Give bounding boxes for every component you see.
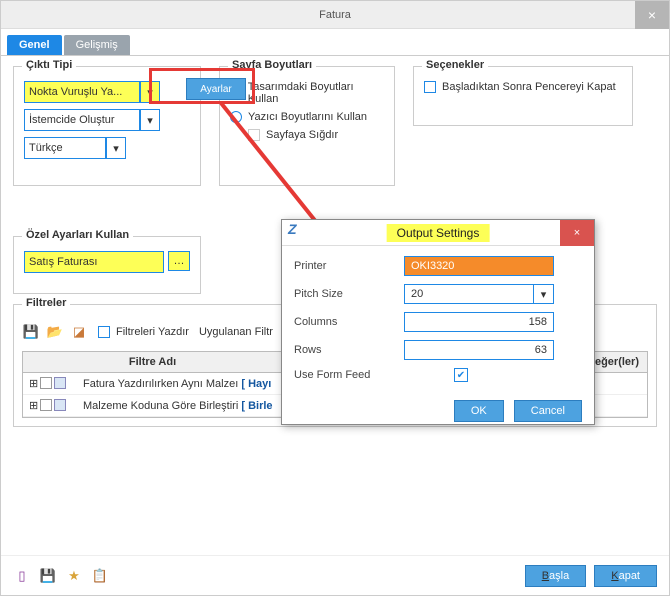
chevron-down-icon[interactable]: ▾: [140, 109, 160, 131]
tab-genel[interactable]: Genel: [7, 35, 62, 55]
clipboard-icon[interactable]: 📋: [91, 567, 109, 585]
rows-input[interactable]: 63: [404, 340, 554, 360]
chk-sayfaya-sigdir: Sayfaya Sığdır: [248, 129, 384, 141]
printer-label: Printer: [294, 260, 404, 272]
legend: Çıktı Tipi: [22, 59, 76, 71]
window-title: Fatura: [319, 9, 351, 21]
use-form-feed-label: Use Form Feed: [294, 369, 454, 381]
chk-filtreleri-yazdir[interactable]: Filtreleri Yazdır: [98, 326, 189, 338]
columns-input[interactable]: 158: [404, 312, 554, 332]
tab-strip: Genel Gelişmiş: [1, 29, 669, 55]
basla-button[interactable]: BBaşlaaşla: [525, 565, 587, 587]
tab-gelismis[interactable]: Gelişmiş: [64, 35, 130, 55]
cikti-select-1[interactable]: Nokta Vuruşlu Ya...: [24, 81, 140, 103]
kapat-button[interactable]: Kapat: [594, 565, 657, 587]
chk-pencere-kapat[interactable]: Başladıktan Sonra Pencereyi Kapat: [424, 81, 622, 93]
erase-icon[interactable]: ◪: [70, 323, 88, 341]
row-icon: [54, 377, 66, 389]
cell: Malzeme Koduna Göre Birleştiri [ Birle: [83, 400, 273, 412]
titlebar: Fatura ×: [1, 1, 669, 29]
close-icon[interactable]: ×: [560, 220, 594, 246]
ellipsis-button[interactable]: …: [168, 251, 190, 271]
expand-icon[interactable]: ⊞: [29, 377, 38, 390]
checkbox-icon: [98, 326, 110, 338]
pitch-select[interactable]: 20: [404, 284, 534, 304]
row-icon: [54, 399, 66, 411]
columns-label: Columns: [294, 316, 404, 328]
ayarlar-button[interactable]: Ayarlar: [186, 78, 246, 100]
group-ozel-ayarlari: Özel Ayarları Kullan Satış Faturası …: [13, 236, 201, 294]
cancel-button[interactable]: Cancel: [514, 400, 582, 422]
checkbox-icon: [424, 81, 436, 93]
legend: Seçenekler: [422, 59, 488, 71]
cikti-select-2[interactable]: İstemcide Oluştur: [24, 109, 140, 131]
chevron-down-icon[interactable]: ▾: [106, 137, 126, 159]
legend: Özel Ayarları Kullan: [22, 229, 133, 241]
printer-value[interactable]: OKI3320: [404, 256, 554, 276]
chevron-down-icon[interactable]: ▾: [140, 81, 160, 103]
footer: ▯ 💾 ★ 📋 BBaşlaaşla Kapat: [1, 555, 669, 595]
group-secenekler: Seçenekler Başladıktan Sonra Pencereyi K…: [413, 66, 633, 126]
save-icon[interactable]: 💾: [22, 323, 40, 341]
ozel-value[interactable]: Satış Faturası: [24, 251, 164, 273]
row-icon: [40, 399, 52, 411]
cikti-select-3[interactable]: Türkçe: [24, 137, 106, 159]
col-filtre-adi[interactable]: Filtre Adı: [23, 352, 283, 372]
chevron-down-icon[interactable]: ▾: [534, 284, 554, 304]
checkbox-icon: [248, 129, 260, 141]
ok-button[interactable]: OK: [454, 400, 504, 422]
uygulanan-label: Uygulanan Filtr: [199, 326, 273, 338]
app-logo-icon: Z: [288, 221, 312, 245]
star-icon[interactable]: ★: [65, 567, 83, 585]
legend: Filtreler: [22, 297, 70, 309]
folder-icon[interactable]: 📂: [46, 323, 64, 341]
radio-tasarim[interactable]: Tasarımdaki Boyutları Kullan: [230, 81, 384, 105]
doc-icon[interactable]: ▯: [13, 567, 31, 585]
radio-icon: [230, 111, 242, 123]
cell: Fatura Yazdırılırken Aynı Malzeı [ Hayı: [83, 378, 271, 390]
dialog-titlebar: Z Output Settings ×: [282, 220, 594, 246]
row-icon: [40, 377, 52, 389]
group-cikti-tipi: Çıktı Tipi Nokta Vuruşlu Ya...▾ İstemcid…: [13, 66, 201, 186]
close-icon[interactable]: ×: [635, 1, 669, 29]
pitch-label: Pitch Size: [294, 288, 404, 300]
save-icon[interactable]: 💾: [39, 567, 57, 585]
expand-icon[interactable]: ⊞: [29, 399, 38, 412]
use-form-feed-checkbox[interactable]: ✔: [454, 368, 468, 382]
rows-label: Rows: [294, 344, 404, 356]
main-window: Fatura × Genel Gelişmiş Çıktı Tipi Nokta…: [0, 0, 670, 596]
output-settings-dialog: Z Output Settings × PrinterOKI3320 Pitch…: [281, 219, 595, 425]
legend: Sayfa Boyutları: [228, 59, 316, 71]
radio-yazici[interactable]: Yazıcı Boyutlarını Kullan: [230, 111, 384, 123]
dialog-title: Output Settings: [387, 224, 490, 242]
